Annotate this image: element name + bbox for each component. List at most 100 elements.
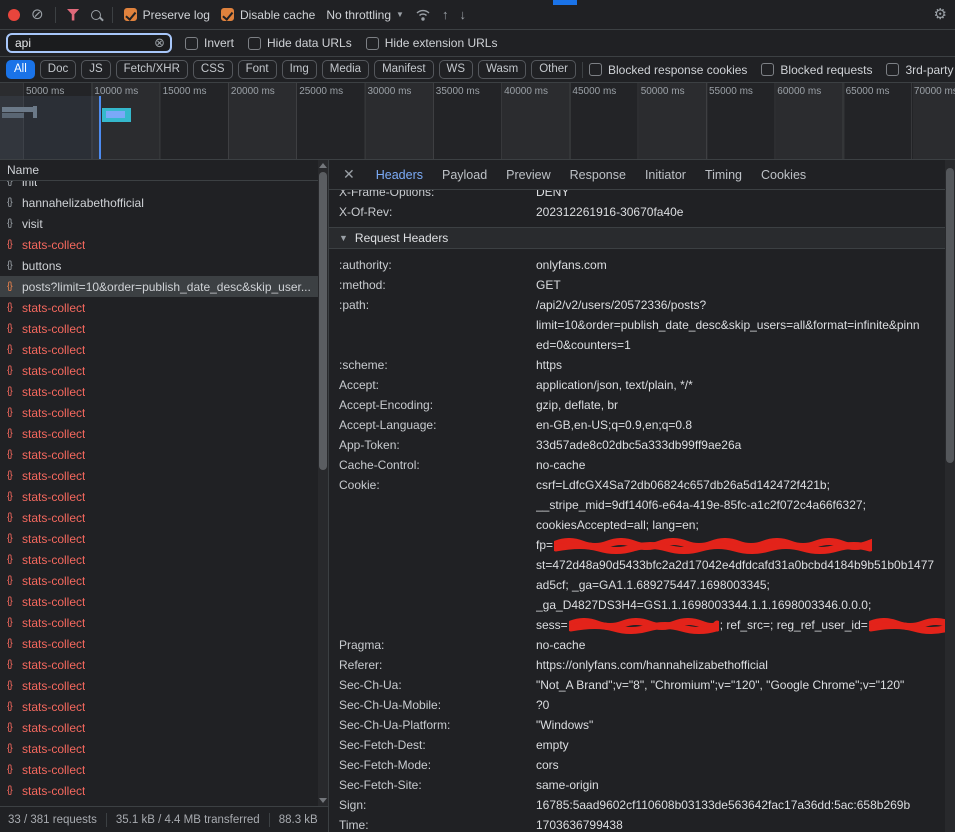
checkbox-label: Invert: [204, 36, 234, 50]
type-filter-media[interactable]: Media: [322, 60, 369, 80]
tab-payload[interactable]: Payload: [442, 168, 487, 182]
type-filter-css[interactable]: CSS: [193, 60, 233, 80]
type-filter-img[interactable]: Img: [282, 60, 317, 80]
request-row[interactable]: {}hannahelizabethofficial: [0, 192, 318, 213]
request-row[interactable]: {}visit: [0, 213, 318, 234]
close-details-icon[interactable]: ✕: [343, 166, 355, 183]
clear-network-log-icon[interactable]: ⊘: [31, 7, 44, 22]
filter-options: Invert Hide data URLs Hide extension URLs: [185, 36, 497, 50]
request-row[interactable]: {}stats-collect: [0, 738, 318, 759]
details-tabs: Headers Payload Preview Response Initiator Ti…: [376, 168, 806, 182]
filter-option-hide-data-urls[interactable]: Hide data URLs: [248, 36, 352, 50]
type-filter-manifest[interactable]: Manifest: [374, 60, 433, 80]
checkbox[interactable]: [185, 37, 198, 50]
search-icon[interactable]: [91, 10, 101, 20]
request-row[interactable]: {}stats-collect: [0, 696, 318, 717]
request-row[interactable]: {}stats-collect: [0, 759, 318, 780]
scroll-up-arrow[interactable]: [319, 163, 327, 168]
request-row[interactable]: {}stats-collect: [0, 318, 318, 339]
type-filter-js[interactable]: JS: [81, 60, 110, 80]
record-network-log-button[interactable]: [8, 9, 20, 21]
request-row[interactable]: {}stats-collect: [0, 381, 318, 402]
request-row[interactable]: {}stats-collect: [0, 717, 318, 738]
request-row[interactable]: {}stats-collect: [0, 780, 318, 801]
export-har-icon[interactable]: ↓: [459, 8, 466, 21]
request-row[interactable]: {}stats-collect: [0, 612, 318, 633]
name-column-header[interactable]: Name: [0, 160, 318, 181]
disable-cache-toggle[interactable]: Disable cache: [221, 8, 315, 22]
request-row[interactable]: {}stats-collect: [0, 507, 318, 528]
request-name: init: [22, 181, 37, 189]
checkbox[interactable]: [589, 63, 602, 76]
type-filter-other[interactable]: Other: [531, 60, 576, 80]
timeline-tick-label: 50000 ms: [641, 86, 685, 97]
preserve-log-toggle[interactable]: Preserve log: [124, 8, 210, 22]
tab-cookies[interactable]: Cookies: [761, 168, 806, 182]
checkbox[interactable]: [366, 37, 379, 50]
request-row[interactable]: {}stats-collect: [0, 570, 318, 591]
header-row: App-Token:33d57ade8c02dbc5a333db99ff9ae2…: [339, 435, 945, 455]
filter-option-invert[interactable]: Invert: [185, 36, 234, 50]
request-row[interactable]: {}init: [0, 181, 318, 192]
header-row: Time:1703636799438: [339, 815, 945, 832]
type-filter-pills: AllDocJS Fetch/XHRCSSFontImgMediaManifest…: [6, 60, 576, 80]
header-name: Cache-Control:: [339, 455, 536, 475]
request-headers-section-header[interactable]: ▼Request Headers: [329, 227, 945, 249]
request-row[interactable]: {}stats-collect: [0, 444, 318, 465]
network-option-blocked-requests[interactable]: Blocked requests: [761, 63, 872, 77]
filter-input[interactable]: api ⊗: [6, 33, 172, 53]
request-row[interactable]: {}stats-collect: [0, 486, 318, 507]
type-filter-all[interactable]: All: [6, 60, 35, 80]
header-name: :method:: [339, 275, 536, 295]
settings-gear-icon[interactable]: ⚙: [934, 7, 947, 22]
request-row[interactable]: {}stats-collect: [0, 633, 318, 654]
tab-headers[interactable]: Headers: [376, 168, 423, 182]
checkbox[interactable]: [761, 63, 774, 76]
scroll-down-arrow[interactable]: [319, 798, 327, 803]
request-row[interactable]: {}stats-collect: [0, 360, 318, 381]
network-conditions-icon[interactable]: [415, 8, 431, 22]
request-row[interactable]: {}posts?limit=10&order=publish_date_desc…: [0, 276, 318, 297]
request-row[interactable]: {}stats-collect: [0, 549, 318, 570]
request-row[interactable]: {}stats-collect: [0, 465, 318, 486]
request-row[interactable]: {}stats-collect: [0, 591, 318, 612]
request-row[interactable]: {}stats-collect: [0, 528, 318, 549]
scrollbar-thumb[interactable]: [319, 172, 327, 470]
import-har-icon[interactable]: ↑: [442, 8, 449, 21]
tab-initiator[interactable]: Initiator: [645, 168, 686, 182]
throttling-dropdown[interactable]: No throttling ▼: [326, 8, 404, 22]
preserve-log-checkbox[interactable]: [124, 8, 137, 21]
request-row[interactable]: {}stats-collect: [0, 297, 318, 318]
request-row[interactable]: {}buttons: [0, 255, 318, 276]
request-row[interactable]: {}stats-collect: [0, 339, 318, 360]
type-filter-doc[interactable]: Doc: [40, 60, 76, 80]
tab-timing[interactable]: Timing: [705, 168, 742, 182]
checkbox[interactable]: [248, 37, 261, 50]
type-filter-font[interactable]: Font: [238, 60, 277, 80]
request-row[interactable]: {}stats-collect: [0, 423, 318, 444]
type-filter-fetch-xhr[interactable]: Fetch/XHR: [116, 60, 188, 80]
selection-window: [0, 96, 100, 160]
request-row[interactable]: {}stats-collect: [0, 234, 318, 255]
request-row[interactable]: {}stats-collect: [0, 675, 318, 696]
tab-response[interactable]: Response: [570, 168, 626, 182]
scrollbar-thumb[interactable]: [946, 168, 954, 463]
clear-filter-icon[interactable]: ⊗: [154, 35, 165, 51]
timeline-overview[interactable]: 5000 ms10000 ms15000 ms20000 ms25000 ms3…: [0, 83, 955, 160]
filter-option-hide-extension-urls[interactable]: Hide extension URLs: [366, 36, 498, 50]
network-option-blocked-response-cookies[interactable]: Blocked response cookies: [589, 63, 747, 77]
tab-preview[interactable]: Preview: [506, 168, 550, 182]
request-row[interactable]: {}stats-collect: [0, 654, 318, 675]
request-list-scrollbar[interactable]: [318, 160, 328, 806]
disable-cache-checkbox[interactable]: [221, 8, 234, 21]
request-name: hannahelizabethofficial: [22, 196, 144, 210]
request-row[interactable]: {}stats-collect: [0, 402, 318, 423]
type-filter-ws[interactable]: WS: [439, 60, 474, 80]
checkbox[interactable]: [886, 63, 899, 76]
type-filter-wasm[interactable]: Wasm: [478, 60, 526, 80]
checkbox-label: 3rd-party requests: [905, 63, 955, 77]
header-row: Sec-Fetch-Dest:empty: [339, 735, 945, 755]
network-option-3rd-party-requests[interactable]: 3rd-party requests: [886, 63, 955, 77]
details-scrollbar[interactable]: [945, 160, 955, 832]
filter-icon[interactable]: [67, 9, 80, 21]
